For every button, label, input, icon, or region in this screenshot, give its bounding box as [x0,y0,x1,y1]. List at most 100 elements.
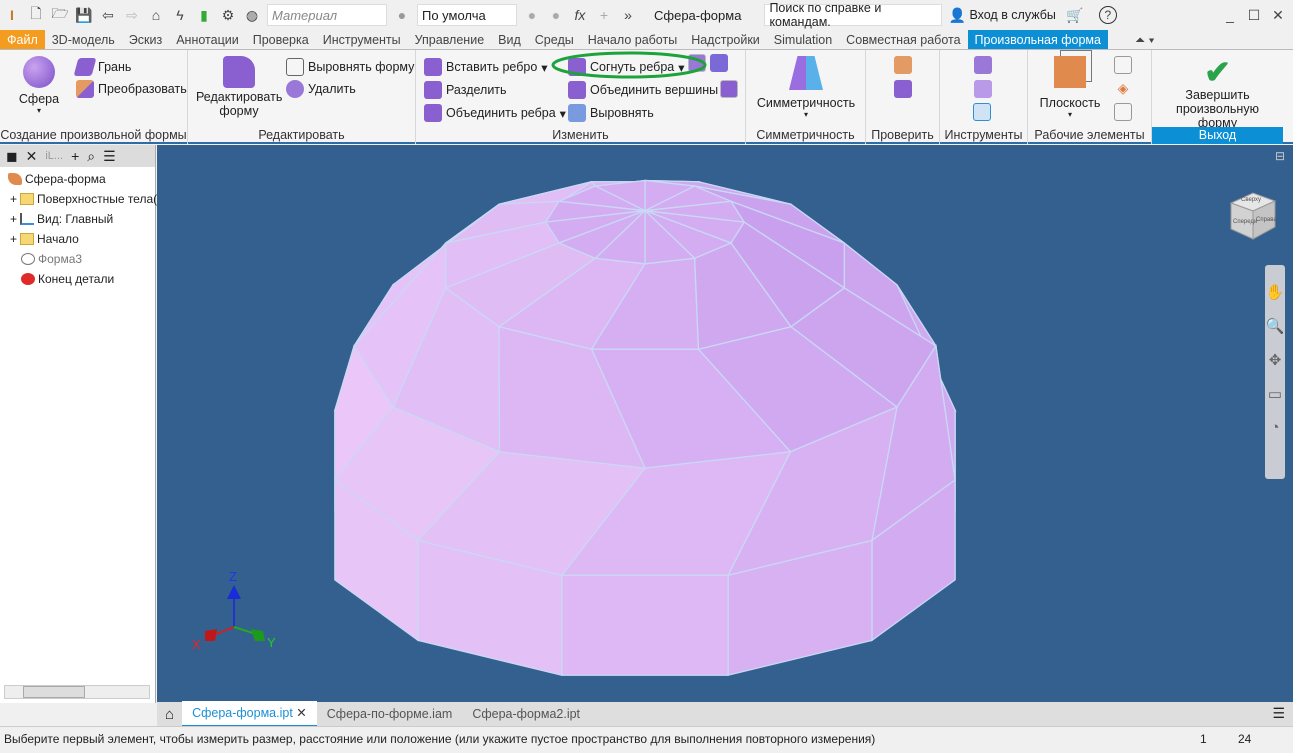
document-tab[interactable]: Сфера-форма2.ipt [462,702,590,726]
browser-item[interactable]: + Начало [10,232,79,246]
face-button[interactable]: Грань [73,58,131,76]
flatten-button[interactable]: Выровнять [568,104,654,122]
maximize-button[interactable]: ☐ [1245,6,1263,24]
viewcube[interactable]: Сверху Спереди Справа [1223,187,1281,245]
close-button[interactable]: ✕ [1269,6,1287,24]
app-logo-icon[interactable]: I [3,6,21,24]
save-icon[interactable]: 💾 [75,6,93,24]
redo-icon[interactable]: ⇨ [123,6,141,24]
viewport-layout-icon[interactable]: ⊟ [1275,149,1285,163]
color-icon[interactable]: ● [393,6,411,24]
plane-button[interactable]: Плоскость ▾ [1034,56,1106,119]
select-icon[interactable]: ▮ [195,6,213,24]
new-icon[interactable]: 🗋 [27,5,45,24]
browser-item[interactable]: + Поверхностные тела( [10,192,157,206]
orbit-icon[interactable]: ✥ [1269,351,1282,369]
viewcube-front[interactable]: Спереди [1233,219,1257,225]
dome-face[interactable] [561,574,729,676]
expand-icon[interactable]: + [10,212,17,226]
finish-freeform-button[interactable]: ✔ Завершить произвольную форму [1152,56,1283,130]
minimize-button[interactable]: _ [1221,6,1239,24]
tab-8[interactable]: Среды [528,30,581,49]
update-icon[interactable]: ϟ [171,6,189,24]
tab-1[interactable]: 3D-модель [45,30,122,49]
bridge-button[interactable] [720,80,738,98]
more-icon[interactable]: » [619,6,637,24]
plus-icon[interactable]: + [595,6,613,24]
cart-icon[interactable]: 🛒 [1066,6,1084,24]
add-tab-icon[interactable]: + [71,148,79,164]
delete-button[interactable]: Удалить [286,80,356,98]
align-form-button[interactable]: Выровнять форму [286,58,414,76]
menu-icon[interactable]: ☰ [103,148,116,165]
match-edge-icon[interactable] [974,56,992,74]
tab-7[interactable]: Вид [491,30,528,49]
frequency-icon[interactable] [894,80,912,98]
tab-3[interactable]: Аннотации [169,30,245,49]
tab-0[interactable]: Файл [0,30,45,49]
tab-13[interactable]: Произвольная форма [967,30,1108,49]
merge-edges-button[interactable]: Объединить ребра ▾ [424,104,566,122]
browser-item[interactable]: Сфера-форма [8,172,106,186]
browser-item[interactable]: + Вид: Главный [10,212,113,226]
appearance-combo[interactable]: По умолча [417,4,517,26]
signin-button[interactable]: Вход в службы [969,8,1055,22]
horizontal-scrollbar[interactable] [4,685,150,699]
axis-icon[interactable] [1114,56,1132,74]
pan-icon[interactable]: ✋ [1266,283,1285,301]
ucs-icon[interactable] [1114,103,1132,121]
open-icon[interactable]: 🗁 [51,5,69,24]
tab-10[interactable]: Надстройки [684,30,767,49]
convert-button[interactable]: Преобразовать [76,80,187,98]
material-combo[interactable]: Материал [267,4,387,26]
expand-icon[interactable]: + [10,232,17,246]
properties-icon[interactable]: ⚙ [219,6,237,24]
model-tab-icon[interactable]: ◼ [6,148,18,165]
document-tab[interactable]: Сфера-по-форме.iam [317,702,463,726]
clear-icon[interactable]: ● [547,6,565,24]
sphere-button[interactable]: Сфера ▾ [14,56,64,115]
close-tab-icon[interactable]: ✕ [293,706,306,720]
split-button[interactable]: Разделить [424,81,507,99]
help-search-input[interactable]: Поиск по справке и командам. [764,1,943,29]
look-at-icon[interactable]: ▭ [1268,385,1282,403]
undo-icon[interactable]: ⇦ [99,6,117,24]
tab-5[interactable]: Инструменты [316,30,408,49]
weld-vertices-button[interactable]: Объединить вершины [568,81,718,99]
adjust-icon[interactable]: ● [523,6,541,24]
expand-icon[interactable]: + [10,192,17,206]
tab-4[interactable]: Проверка [246,30,316,49]
box-mode-icon[interactable] [973,103,991,121]
browser-item[interactable]: Конец детали [10,272,114,286]
tab-9[interactable]: Начало работы [581,30,684,49]
browser-tab[interactable]: iL... [45,150,63,162]
user-icon[interactable]: 👤 [948,6,966,24]
steering-wheel-icon[interactable]: ◔ [1270,419,1279,436]
tab-2[interactable]: Эскиз [122,30,169,49]
browser-item[interactable]: Форма3 [10,252,82,266]
thicken-tool-icon[interactable] [974,80,992,98]
tab-12[interactable]: Совместная работа [839,30,967,49]
appearance-icon[interactable]: ◍ [243,6,261,24]
tab-6[interactable]: Управление [408,30,492,49]
zoom-icon[interactable]: 🔍 [1266,317,1285,335]
fx-icon[interactable]: fx [571,6,589,24]
edit-form-button[interactable]: Редактировать форму [196,56,282,118]
tab-11[interactable]: Simulation [767,30,839,49]
help-button[interactable]: ? [1098,6,1117,24]
close-tab-icon[interactable]: ✕ [26,148,38,165]
viewcube-right[interactable]: Справа [1256,217,1277,223]
viewcube-top[interactable]: Сверху [1241,197,1261,203]
doc-tabs-menu-icon[interactable]: ☰ [1272,705,1285,722]
freeform-dome[interactable] [157,145,1293,702]
document-tab[interactable]: Сфера-форма.ipt ✕ [182,700,317,728]
point-icon[interactable]: ◈ [1114,80,1132,98]
3d-viewport[interactable]: Сверху Спереди Справа ⊟ ✋ 🔍 ✥ ▭ ◔ Z X Y [157,145,1293,702]
home-tab-icon[interactable]: ⌂ [157,706,182,723]
home-icon[interactable]: ⌂ [147,6,165,24]
symmetry-button[interactable]: Симметричность ▾ [756,56,856,119]
search-icon[interactable]: ⌕ [87,148,95,165]
ribbon-toggle-icon[interactable]: ⏶ ▾ [1128,30,1162,49]
show-edges-icon[interactable] [894,56,912,74]
insert-edge-button[interactable]: Вставить ребро ▾ [424,58,548,76]
